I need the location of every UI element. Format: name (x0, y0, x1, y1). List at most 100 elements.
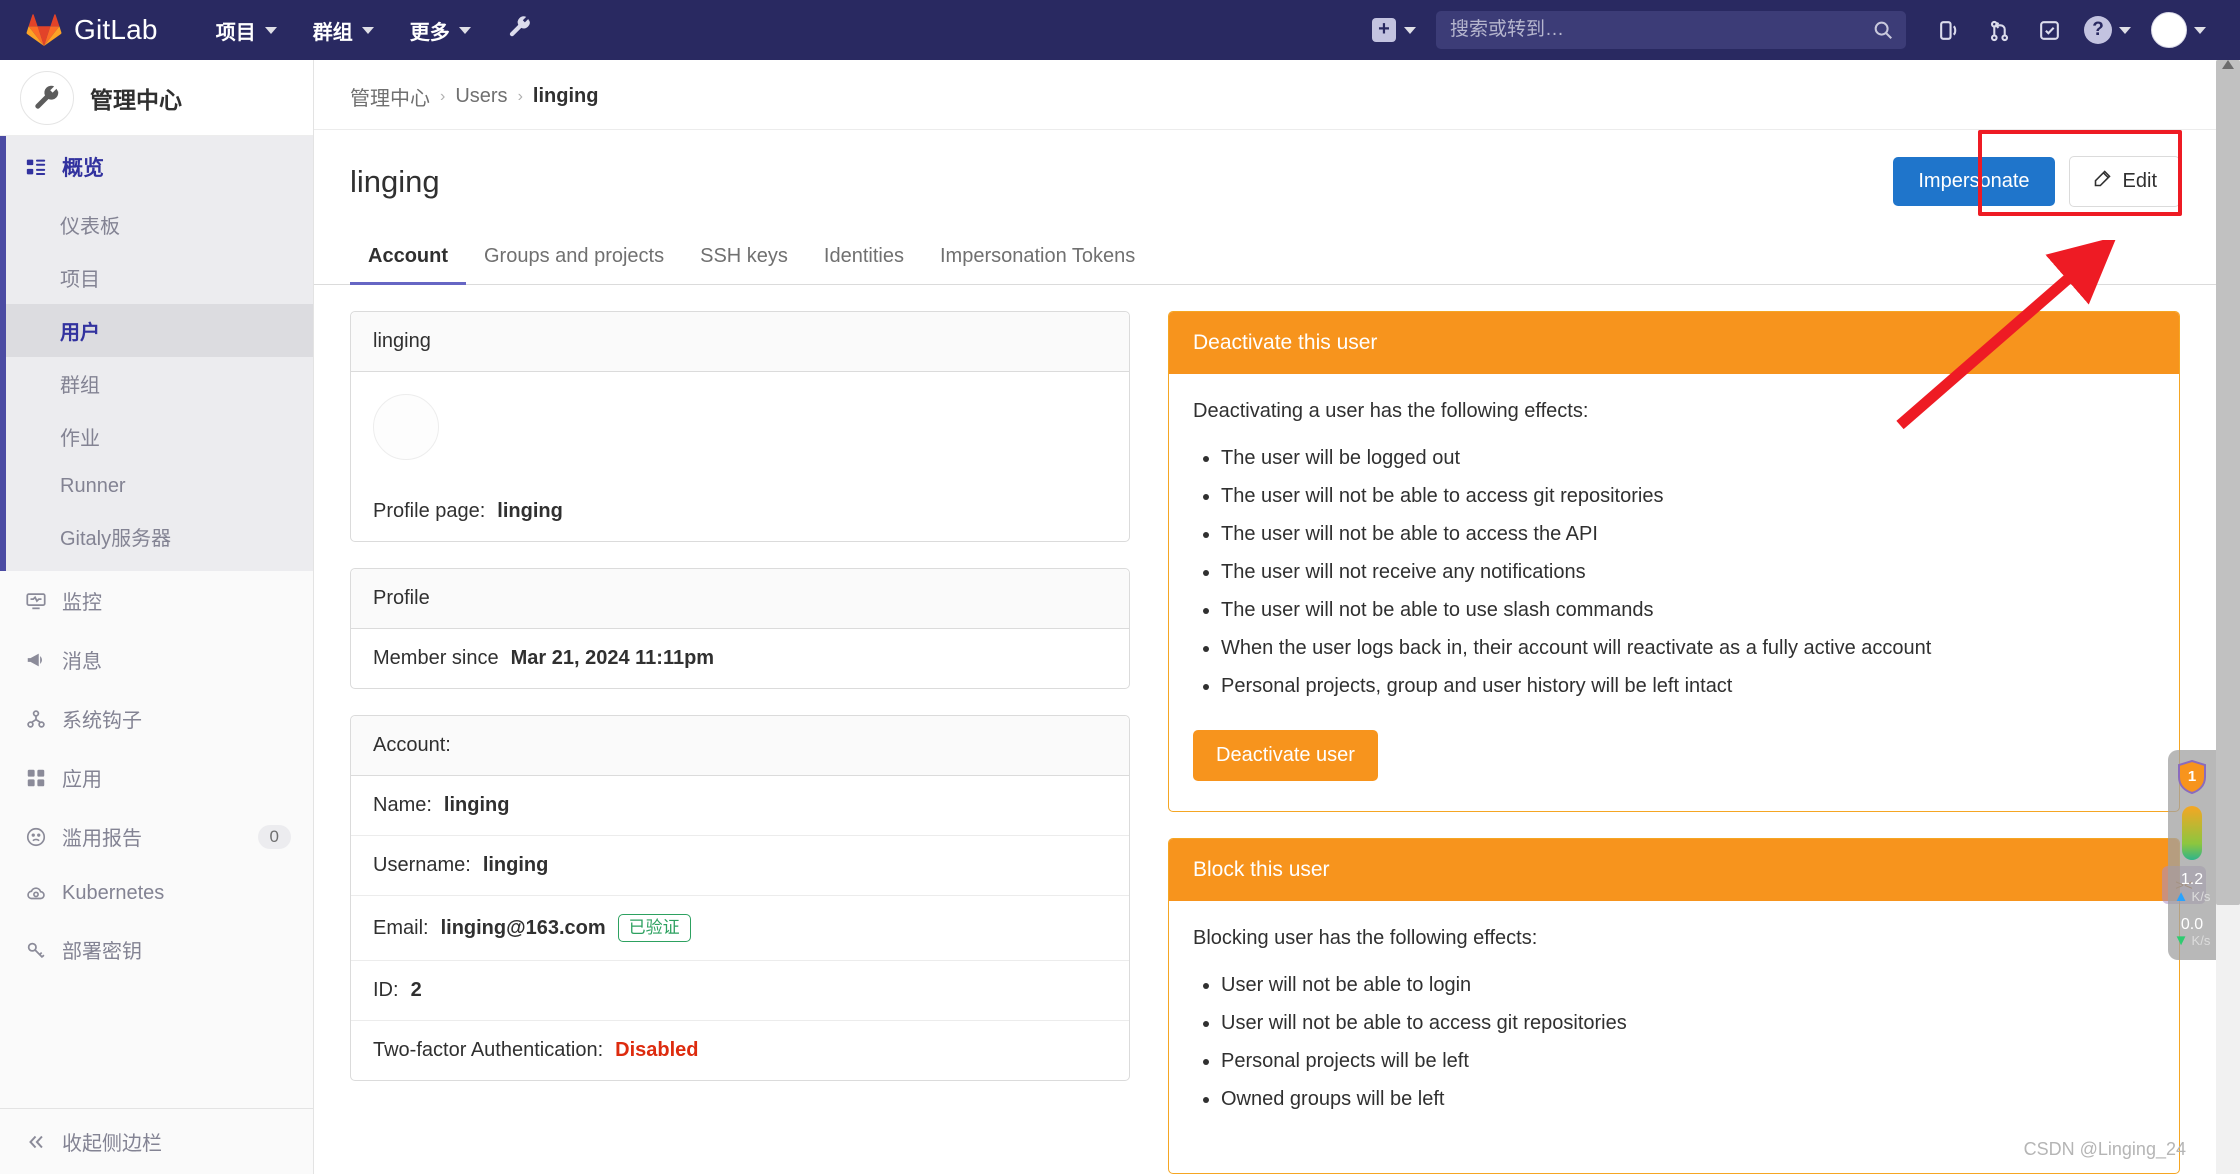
user-summary-header: linging (351, 312, 1129, 372)
arrow-down-icon: ▼ (2173, 932, 2189, 950)
sidebar-group-overview: 概览 仪表板 项目 用户 群组 作业 Runner Gitaly服务器 (0, 136, 313, 571)
chevron-down-icon (458, 26, 471, 34)
tab-identities[interactable]: Identities (806, 231, 922, 285)
user-menu[interactable] (2143, 0, 2214, 60)
sidebar-item-messages[interactable]: 消息 (0, 630, 313, 689)
account-id-row: ID: 2 (351, 961, 1129, 1022)
wrench-icon (507, 14, 533, 46)
profile-page-value[interactable]: linging (497, 500, 563, 523)
sidebar-item-monitoring-label: 监控 (62, 592, 102, 614)
deactivate-panel-body: Deactivating a user has the following ef… (1169, 374, 2179, 811)
network-speed-widget[interactable]: 1 1.2 ▲ K/s 0.0 ▼ K/s (2168, 750, 2216, 960)
account-username-value: linging (482, 854, 549, 876)
block-panel-title: Block this user (1169, 839, 2179, 901)
breadcrumb-users[interactable]: Users (455, 85, 507, 108)
double-chevron-left-icon (24, 1130, 48, 1154)
main-content: 管理中心 › Users › linging linging Impersona… (314, 60, 2216, 1174)
block-effects-list: User will not be able to login User will… (1221, 972, 2155, 1113)
page-scrollbar[interactable] (2216, 60, 2240, 1174)
impersonate-button[interactable]: Impersonate (1893, 157, 2055, 206)
sidebar-item-deploy-keys[interactable]: 部署密钥 (0, 920, 313, 979)
sidebar-item-runner[interactable]: Runner (0, 463, 313, 510)
sidebar-item-users[interactable]: 用户 (0, 304, 313, 357)
merge-requests-icon[interactable] (1976, 0, 2022, 60)
todos-icon[interactable] (2026, 0, 2072, 60)
user-avatar-placeholder (373, 394, 439, 460)
collapse-sidebar-button[interactable]: 收起侧边栏 (0, 1108, 313, 1174)
edit-button-label: Edit (2122, 170, 2157, 192)
chevron-down-icon (2119, 26, 2131, 34)
chevron-down-icon (1404, 26, 1416, 34)
sidebar-item-overview-label: 概览 (62, 157, 104, 180)
sidebar-item-kubernetes[interactable]: Kubernetes (0, 866, 313, 920)
sidebar-item-overview[interactable]: 概览 (0, 136, 313, 198)
gitlab-tanuki-icon[interactable] (26, 13, 62, 47)
arrow-up-icon: ▲ (2173, 887, 2189, 905)
sidebar-subitems-overview: 仪表板 项目 用户 群组 作业 Runner Gitaly服务器 (0, 198, 313, 571)
navbar-left: GitLab 项目 群组 更多 (0, 0, 551, 60)
issues-icon[interactable] (1926, 0, 1972, 60)
breadcrumb-admin[interactable]: 管理中心 (350, 82, 430, 111)
breadcrumb-separator: › (517, 87, 523, 105)
navbar-menu-groups[interactable]: 群组 (295, 0, 392, 60)
pencil-square-icon (2092, 168, 2113, 195)
account-card-header: Account: (351, 716, 1129, 776)
list-item: The user will not receive any notificati… (1221, 559, 2155, 586)
sidebar-item-messages-label: 消息 (62, 651, 102, 673)
user-summary-card: linging Profile page: linging (350, 311, 1130, 542)
tab-impersonation-tokens[interactable]: Impersonation Tokens (922, 231, 1153, 285)
admin-area-button[interactable] (489, 0, 551, 60)
avatar (2151, 12, 2187, 48)
global-search[interactable] (1436, 11, 1906, 49)
edit-button[interactable]: Edit (2068, 156, 2180, 207)
deactivate-effects-list: The user will be logged out The user wil… (1221, 445, 2155, 700)
navbar-menu-projects[interactable]: 项目 (198, 0, 295, 60)
breadcrumb-current: linging (532, 85, 599, 107)
account-username-row: Username: linging (351, 836, 1129, 896)
page-scrollbar-thumb[interactable] (2216, 60, 2240, 905)
wrench-icon (20, 70, 74, 125)
sidebar-item-groups[interactable]: 群组 (0, 357, 313, 410)
email-verified-badge: 已验证 (617, 914, 691, 943)
sidebar-item-projects[interactable]: 项目 (0, 251, 313, 304)
sidebar-item-applications[interactable]: 应用 (0, 748, 313, 807)
user-avatar-row (351, 372, 1129, 482)
chevron-down-icon (361, 26, 374, 34)
monitor-icon (24, 589, 48, 613)
tab-ssh-keys[interactable]: SSH keys (682, 231, 806, 285)
member-since-label: Member since (373, 647, 499, 669)
tab-groups-and-projects[interactable]: Groups and projects (466, 231, 682, 285)
shield-icon[interactable]: 1 (2177, 759, 2207, 795)
deactivate-user-button[interactable]: Deactivate user (1193, 730, 1378, 781)
sidebar-item-system-hooks[interactable]: 系统钩子 (0, 689, 313, 748)
sidebar-item-jobs[interactable]: 作业 (0, 410, 313, 463)
help-menu[interactable]: ? (2076, 0, 2139, 60)
tab-account[interactable]: Account (350, 231, 466, 285)
download-speed-unit: K/s (2191, 933, 2211, 949)
sidebar-header[interactable]: 管理中心 (0, 60, 313, 136)
account-twofa-row: Two-factor Authentication: Disabled (351, 1021, 1129, 1080)
sidebar-item-abuse-reports[interactable]: 滥用报告 0 (0, 807, 313, 866)
chevron-down-icon (2194, 26, 2206, 34)
sidebar-item-gitaly-servers[interactable]: Gitaly服务器 (0, 510, 313, 563)
list-item: The user will not be able to use slash c… (1221, 597, 2155, 624)
account-name-value: linging (443, 794, 510, 816)
navbar-menu-more[interactable]: 更多 (392, 0, 489, 60)
download-speed: 0.0 ▼ K/s (2173, 916, 2211, 950)
sidebar-item-kubernetes-label: Kubernetes (62, 881, 165, 904)
list-item: Personal projects will be left (1221, 1048, 2155, 1075)
list-item: The user will not be able to access the … (1221, 521, 2155, 548)
search-input[interactable] (1450, 19, 1892, 41)
account-email-label: Email: (373, 916, 429, 939)
user-tabs: Account Groups and projects SSH keys Ide… (314, 231, 2216, 285)
right-column: Deactivate this user Deactivating a user… (1168, 311, 2180, 1174)
navbar-menu-projects-label: 项目 (215, 21, 256, 44)
svg-text:1: 1 (2188, 768, 2196, 785)
applications-icon (24, 766, 48, 790)
sidebar-item-dashboard[interactable]: 仪表板 (0, 198, 313, 251)
list-item: User will not be able to access git repo… (1221, 1010, 2155, 1037)
sidebar-item-monitoring[interactable]: 监控 (0, 571, 313, 630)
member-since-row: Member since Mar 21, 2024 11:11pm (351, 629, 1129, 688)
upload-speed-value: 1.2 (2180, 871, 2204, 888)
new-item-button[interactable]: + (1362, 18, 1426, 42)
